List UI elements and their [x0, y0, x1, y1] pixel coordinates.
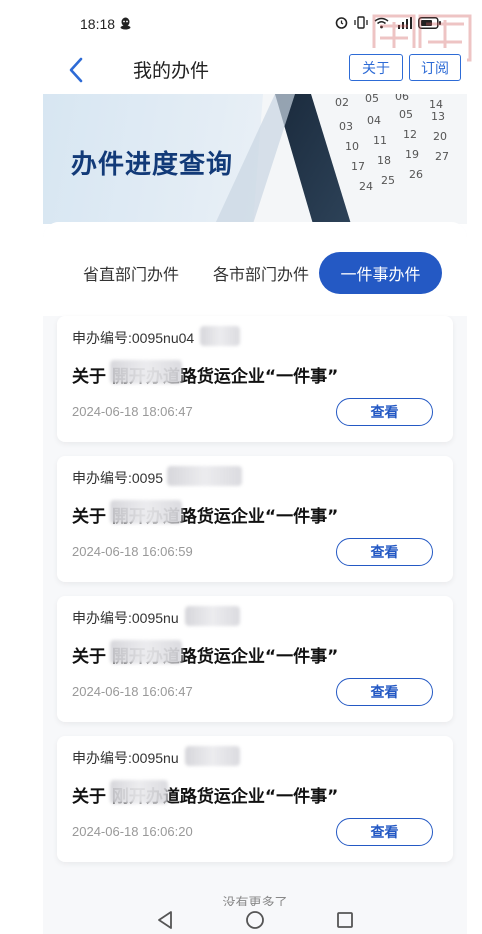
list-item: 申办编号:0095nu 关于 開开办道路货运企业“一件事” 2024-06-18… [57, 596, 453, 722]
svg-text:05: 05 [365, 94, 379, 105]
tab-bar: 省直部门办件 各市部门办件 一件事办件 [43, 222, 467, 316]
svg-text:04: 04 [367, 114, 381, 127]
tab-provincial[interactable]: 省直部门办件 [73, 252, 189, 294]
svg-text:11: 11 [373, 134, 387, 147]
svg-text:03: 03 [339, 120, 353, 133]
nav-back-icon[interactable] [153, 908, 177, 932]
view-button[interactable]: 查看 [336, 538, 433, 566]
application-number: 申办编号:0095 [72, 470, 164, 486]
application-time: 2024-06-18 18:06:47 [72, 404, 193, 419]
tab-city[interactable]: 各市部门办件 [203, 252, 319, 294]
application-list: 申办编号:0095nu04 关于 開开办道路货运企业“一件事” 2024-06-… [57, 316, 453, 876]
redaction-mask [200, 326, 240, 346]
status-time: 18:18 [80, 16, 116, 32]
application-number: 申办编号:0095nu [72, 610, 179, 626]
list-item: 申办编号:0095 关于 開开办道路货运企业“一件事” 2024-06-18 1… [57, 456, 453, 582]
qq-icon [120, 17, 131, 30]
list-item: 申办编号:0095nu04 关于 開开办道路货运企业“一件事” 2024-06-… [57, 316, 453, 442]
application-time: 2024-06-18 16:06:20 [72, 824, 193, 839]
redaction-mask [110, 500, 182, 524]
svg-text:12: 12 [403, 128, 417, 141]
status-bar: 18:18 [0, 0, 482, 62]
header-bar: 我的办件 关于 订阅 [43, 48, 467, 92]
svg-text:24: 24 [359, 180, 373, 193]
system-nav-bar [43, 906, 467, 934]
svg-text:13: 13 [431, 110, 445, 123]
application-time: 2024-06-18 16:06:47 [72, 684, 193, 699]
list-item: 申办编号:0095nu 关于 刚开办道路货运企业“一件事” 2024-06-18… [57, 736, 453, 862]
view-button[interactable]: 查看 [336, 398, 433, 426]
nav-home-icon[interactable] [243, 908, 267, 932]
page-title: 我的办件 [133, 60, 210, 82]
application-time: 2024-06-18 16:06:59 [72, 544, 193, 559]
redaction-mask [110, 640, 182, 664]
redaction-mask [110, 360, 182, 384]
svg-text:10: 10 [345, 140, 359, 153]
svg-text:26: 26 [409, 168, 423, 181]
svg-text:27: 27 [435, 150, 449, 163]
application-number: 申办编号:0095nu04 [72, 330, 195, 346]
about-button[interactable]: 关于 [349, 54, 403, 81]
redaction-mask [110, 780, 168, 804]
subscribe-button[interactable]: 订阅 [409, 54, 461, 81]
svg-text:17: 17 [351, 160, 365, 173]
svg-text:18: 18 [377, 154, 391, 167]
vibrate-icon [354, 16, 368, 29]
tab-one-thing[interactable]: 一件事办件 [319, 252, 442, 294]
nav-recents-icon[interactable] [333, 908, 357, 932]
banner: 02 05 06 14 03 04 05 13 10 11 12 20 17 18 19 27 24 25… [43, 94, 467, 224]
view-button[interactable]: 查看 [336, 818, 433, 846]
view-button[interactable]: 查看 [336, 678, 433, 706]
svg-text:06: 06 [395, 94, 409, 103]
main-content: 省直部门办件 各市部门办件 一件事办件 申办编号:0095nu04 关于 開开办… [43, 222, 467, 934]
redaction-mask [167, 466, 242, 486]
svg-text:25: 25 [381, 174, 395, 187]
redaction-mask [185, 606, 240, 626]
svg-text:20: 20 [433, 130, 447, 143]
application-number: 申办编号:0095nu [72, 750, 179, 766]
redaction-mask [185, 746, 240, 766]
svg-text:05: 05 [399, 108, 413, 121]
back-arrow-icon[interactable] [65, 56, 89, 84]
banner-title: 办件进度查询 [71, 150, 234, 180]
svg-text:02: 02 [335, 96, 349, 109]
svg-text:19: 19 [405, 148, 419, 161]
alarm-icon [335, 17, 348, 29]
